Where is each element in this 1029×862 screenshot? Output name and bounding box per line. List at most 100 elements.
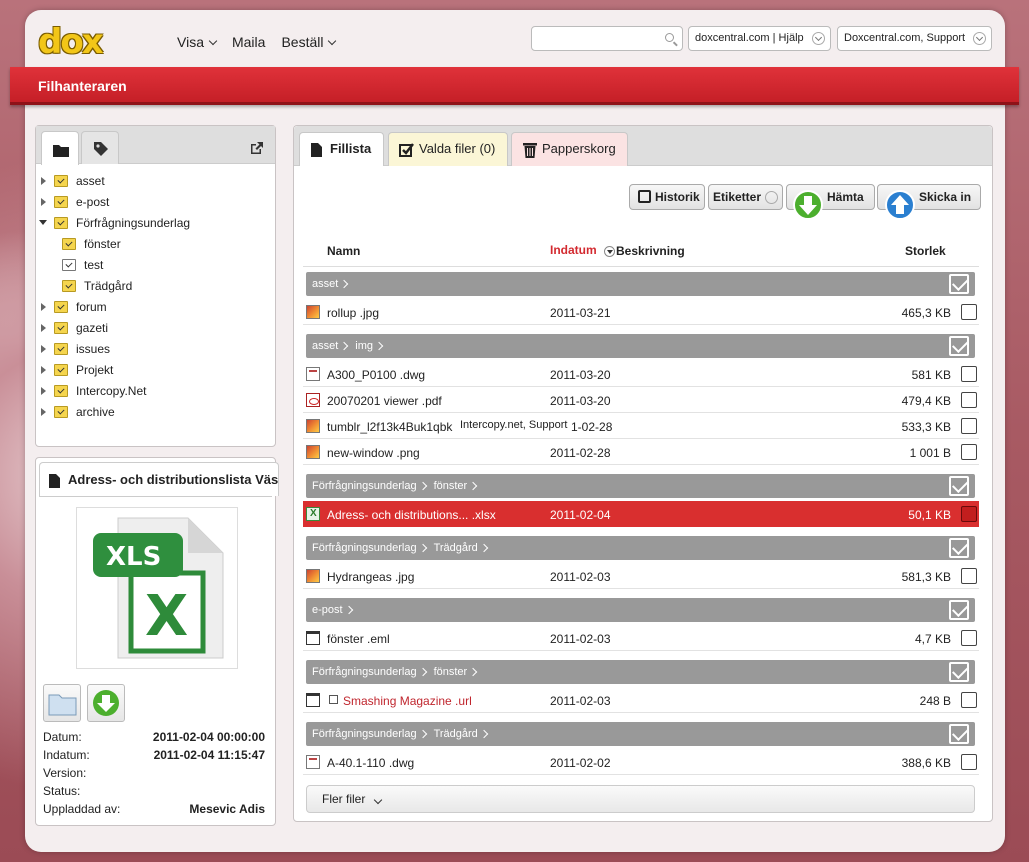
file-row[interactable]: tumblr_l2f13k4Buk1qbk Intercopy.net, Supp… (303, 413, 979, 439)
tab-valda-filer[interactable]: Valda filer (0) (388, 132, 508, 166)
file-name[interactable]: 20070201 viewer .pdf (327, 394, 442, 408)
breadcrumb-segment[interactable]: Förfrågningsunderlag (312, 542, 417, 554)
breadcrumb-segment[interactable]: Förfrågningsunderlag (312, 666, 417, 678)
select-file-checkbox[interactable] (961, 568, 977, 584)
breadcrumb-segment[interactable]: Förfrågningsunderlag (312, 728, 417, 740)
select-file-checkbox[interactable] (961, 444, 977, 460)
select-group-checkbox[interactable] (949, 662, 969, 682)
breadcrumb-segment[interactable]: Förfrågningsunderlag (312, 480, 417, 492)
breadcrumb-segment[interactable]: asset (312, 278, 338, 290)
account-dropdown[interactable]: Doxcentral.com, Support (837, 26, 992, 51)
file-name[interactable]: A-40.1-110 .dwg (327, 756, 414, 770)
select-group-checkbox[interactable] (949, 274, 969, 294)
expanded-triangle-icon[interactable] (39, 220, 47, 225)
file-row[interactable]: Hydrangeas .jpg 2011-02-03 581,3 KB (303, 563, 979, 589)
search-icon[interactable] (665, 33, 674, 42)
column-header-storlek[interactable]: Storlek (905, 244, 946, 258)
select-group-checkbox[interactable] (949, 538, 969, 558)
tree-item[interactable]: test (36, 254, 275, 275)
file-row[interactable]: A-40.1-110 .dwg 2011-02-02 388,6 KB (303, 749, 979, 775)
file-row[interactable]: A300_P0100 .dwg 2011-03-20 581 KB (303, 361, 979, 387)
external-link-icon[interactable] (329, 695, 338, 704)
select-file-checkbox[interactable] (961, 418, 977, 434)
collapsed-triangle-icon[interactable] (41, 407, 46, 416)
file-name[interactable]: rollup .jpg (327, 306, 379, 320)
file-name[interactable]: Adress- och distributions... .xlsx (327, 508, 496, 522)
collapsed-triangle-icon[interactable] (41, 344, 46, 353)
sort-desc-icon[interactable] (604, 246, 615, 257)
tab-fillista[interactable]: Fillista (299, 132, 384, 166)
menu-maila[interactable]: Maila (232, 34, 265, 50)
select-file-checkbox[interactable] (961, 392, 977, 408)
hamta-button[interactable]: Hämta (786, 184, 875, 220)
tab-folders[interactable] (41, 131, 79, 165)
skicka-in-button[interactable]: Skicka in (877, 184, 981, 220)
select-file-checkbox[interactable] (961, 304, 977, 320)
tree-item[interactable]: Projekt (36, 359, 275, 380)
collapsed-triangle-icon[interactable] (41, 386, 46, 395)
file-name[interactable]: tumblr_l2f13k4Buk1qbk (327, 420, 459, 434)
tree-item[interactable]: archive (36, 401, 275, 422)
more-files-button[interactable]: Fler filer (306, 785, 975, 813)
select-group-checkbox[interactable] (949, 476, 969, 496)
collapsed-triangle-icon[interactable] (41, 176, 46, 185)
tree-item[interactable]: e-post (36, 191, 275, 212)
tree-item[interactable]: issues (36, 338, 275, 359)
file-name[interactable]: fönster .eml (327, 632, 390, 646)
tree-item[interactable]: asset (36, 170, 275, 191)
folder-group-header[interactable]: Förfrågningsunderlag fönster (306, 660, 975, 684)
file-row[interactable]: fönster .eml 2011-02-03 4,7 KB (303, 625, 979, 651)
file-row[interactable]: new-window .png 2011-02-28 1 001 B (303, 439, 979, 465)
select-file-checkbox[interactable] (961, 692, 977, 708)
file-name[interactable]: Hydrangeas .jpg (327, 570, 414, 584)
breadcrumb-segment[interactable]: img (355, 340, 373, 352)
folder-group-header[interactable]: Förfrågningsunderlag Trädgård (306, 536, 975, 560)
select-file-checkbox[interactable] (961, 506, 977, 522)
tree-item[interactable]: Förfrågningsunderlag (36, 212, 275, 233)
select-file-checkbox[interactable] (961, 366, 977, 382)
open-folder-button[interactable] (43, 684, 81, 722)
file-row[interactable]: Adress- och distributions... .xlsx 2011-0… (303, 501, 979, 527)
preview-tab[interactable]: Adress- och distributionslista Väst (39, 462, 279, 496)
historik-button[interactable]: Historik (629, 184, 705, 210)
tree-item[interactable]: Trädgård (36, 275, 275, 296)
column-header-namn[interactable]: Namn (327, 244, 360, 258)
search-input[interactable] (531, 26, 683, 51)
breadcrumb-segment[interactable]: asset (312, 340, 338, 352)
file-name[interactable]: Smashing Magazine .url (343, 694, 472, 708)
file-name[interactable]: new-window .png (327, 446, 420, 460)
select-file-checkbox[interactable] (961, 630, 977, 646)
folder-group-header[interactable]: asset (306, 272, 975, 296)
collapsed-triangle-icon[interactable] (41, 323, 46, 332)
tab-papperskorg[interactable]: Papperskorg (511, 132, 628, 166)
tree-item[interactable]: Intercopy.Net (36, 380, 275, 401)
breadcrumb-segment[interactable]: Trädgård (434, 728, 478, 740)
folder-group-header[interactable]: e-post (306, 598, 975, 622)
folder-group-header[interactable]: asset img (306, 334, 975, 358)
collapsed-triangle-icon[interactable] (41, 197, 46, 206)
breadcrumb-segment[interactable]: fönster (434, 480, 468, 492)
file-row[interactable]: rollup .jpg 2011-03-21 465,3 KB (303, 299, 979, 325)
help-dropdown[interactable]: doxcentral.com | Hjälp (688, 26, 831, 51)
menu-bestall[interactable]: Beställ (281, 34, 337, 50)
column-header-beskrivning[interactable]: Beskrivning (616, 244, 685, 258)
select-group-checkbox[interactable] (949, 724, 969, 744)
breadcrumb-segment[interactable]: fönster (434, 666, 468, 678)
file-row[interactable]: 20070201 viewer .pdf 2011-03-20 479,4 KB (303, 387, 979, 413)
dox-logo[interactable]: dox (38, 22, 104, 62)
column-header-indatum[interactable]: Indatum (550, 243, 597, 257)
external-link-icon[interactable] (249, 140, 265, 156)
tab-tags[interactable] (81, 131, 119, 164)
tree-item[interactable]: gazeti (36, 317, 275, 338)
tree-item[interactable]: forum (36, 296, 275, 317)
select-file-checkbox[interactable] (961, 754, 977, 770)
folder-group-header[interactable]: Förfrågningsunderlag Trädgård (306, 722, 975, 746)
menu-visa[interactable]: Visa (177, 34, 218, 50)
collapsed-triangle-icon[interactable] (41, 365, 46, 374)
select-group-checkbox[interactable] (949, 336, 969, 356)
download-button[interactable] (87, 684, 125, 722)
select-group-checkbox[interactable] (949, 600, 969, 620)
collapsed-triangle-icon[interactable] (41, 302, 46, 311)
folder-group-header[interactable]: Förfrågningsunderlag fönster (306, 474, 975, 498)
tree-item[interactable]: fönster (36, 233, 275, 254)
